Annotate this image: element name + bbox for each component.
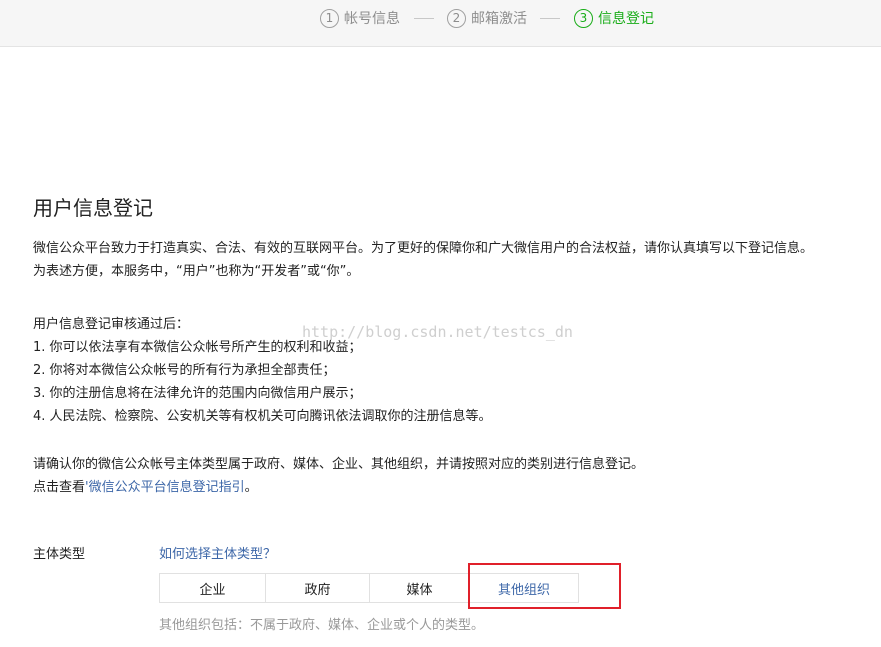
entity-type-note: 其他组织包括：不属于政府、媒体、企业或个人的类型。 (159, 618, 485, 633)
intro-text: 微信公众平台致力于打造真实、合法、有效的互联网平台。为了更好的保障你和广大微信用… (33, 237, 813, 283)
step-number: 1 (320, 8, 339, 28)
terms-item: 3. 你的注册信息将在法律允许的范围内向微信用户展示； (33, 386, 362, 401)
step-separator (540, 18, 560, 19)
option-other-org-button[interactable]: 其他组织 (469, 573, 579, 603)
step-label: 帐号信息 (344, 11, 400, 27)
option-enterprise-button[interactable]: 企业 (159, 573, 266, 603)
confirm-text: 请确认你的微信公众帐号主体类型属于政府、媒体、企业、其他组织，并请按照对应的类别… (33, 453, 644, 499)
step-number: 3 (574, 8, 593, 28)
step-separator (414, 18, 434, 19)
entity-type-label: 主体类型 (33, 547, 86, 562)
guide-line: 点击查看'微信公众平台信息登记指引。 (33, 476, 644, 499)
terms-item: 4. 人民法院、检察院、公安机关等有权机关可向腾讯依法调取你的注册信息等。 (33, 409, 492, 424)
step-progress-bar: 1 帐号信息 2 邮箱激活 3 信息登记 (0, 0, 881, 47)
terms-item: 2. 你将对本微信公众帐号的所有行为承担全部责任； (33, 363, 336, 378)
page-title: 用户信息登记 (33, 196, 153, 220)
step-label: 邮箱激活 (471, 11, 527, 27)
option-media-button[interactable]: 媒体 (369, 573, 470, 603)
guide-prefix: 点击查看 (33, 480, 86, 495)
intro-line: 微信公众平台致力于打造真实、合法、有效的互联网平台。为了更好的保障你和广大微信用… (33, 241, 814, 256)
step-account-info: 1 帐号信息 (320, 8, 400, 28)
intro-line: 为表述方便，本服务中，“用户”也称为“开发者”或“你”。 (33, 264, 360, 279)
watermark-text: http://blog.csdn.net/testcs_dn (302, 323, 573, 341)
option-government-button[interactable]: 政府 (265, 573, 370, 603)
entity-type-selector: 企业 政府 媒体 其他组织 (159, 573, 579, 603)
step-email-activation: 2 邮箱激活 (447, 8, 527, 28)
step-label: 信息登记 (598, 11, 654, 27)
confirm-line: 请确认你的微信公众帐号主体类型属于政府、媒体、企业、其他组织，并请按照对应的类别… (33, 457, 645, 472)
entity-type-help-link[interactable]: 如何选择主体类型？ (159, 543, 276, 562)
step-number: 2 (447, 8, 466, 28)
step-info-registration: 3 信息登记 (574, 8, 654, 28)
registration-guide-link[interactable]: '微信公众平台信息登记指引 (85, 480, 245, 495)
guide-suffix: 。 (244, 480, 258, 495)
